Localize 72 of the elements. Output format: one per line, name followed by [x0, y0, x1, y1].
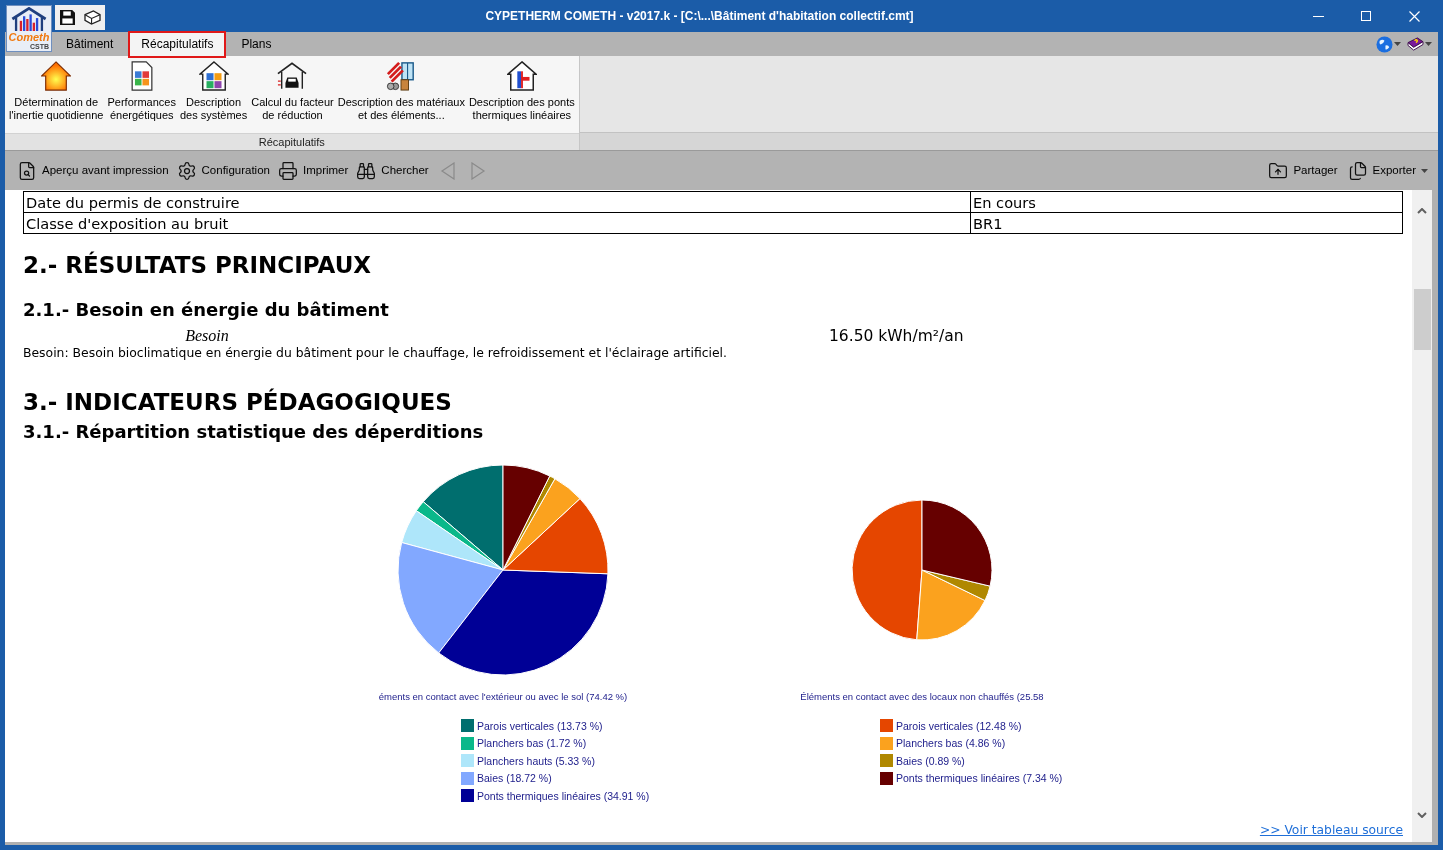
right-triangle-icon: [469, 161, 486, 180]
printer-icon: [277, 160, 298, 181]
binoculars-icon: [356, 160, 377, 181]
toolbar-button[interactable]: Exporter: [1345, 157, 1430, 184]
minimize-icon: [1312, 15, 1324, 17]
legend-label: Baies (0.89 %): [896, 754, 965, 767]
logo-text: Cometh: [8, 31, 50, 43]
house-icon: [41, 61, 72, 91]
document-tiles-icon: [129, 61, 154, 91]
chart-caption: Éléments en contact avec des locaux non chauffés (25.58: [800, 691, 1044, 703]
section-heading: 2.- RÉSULTATS PRINCIPAUX: [23, 252, 373, 278]
indicator-label: Besoin: [185, 327, 229, 345]
ribbon-button[interactable]: Détermination de l'inertie quotidienne: [7, 56, 106, 122]
definition-text: Besoin: Besoin bioclimatique en énergie du bâtiment pour le chauffage, le refroidissement et l'éclairage artificiel.: [23, 346, 728, 360]
legend-label: Parois verticales (13.73 %): [477, 719, 603, 732]
ribbon-button[interactable]: Description des systèmes: [177, 56, 250, 122]
chevron-down-icon: [1417, 812, 1427, 818]
legend-label: Ponts thermiques linéaires (34.91 %): [477, 789, 650, 802]
legend-label: Baies (18.72 %): [477, 772, 552, 785]
save-button[interactable]: [58, 8, 76, 27]
garage-car-icon: [277, 62, 308, 90]
maximize-icon: [1361, 11, 1371, 21]
toolbar-button[interactable]: Configuration: [174, 157, 272, 184]
indicator-value: 16.50 kWh/m²/an: [829, 327, 964, 345]
box-icon: [83, 10, 101, 25]
table-cell: Date du permis de construire: [23, 191, 971, 213]
close-icon: [1408, 10, 1420, 22]
globe-icon: [1376, 35, 1393, 53]
ribbon-button[interactable]: Description des matériaux et des éléments...: [335, 56, 467, 122]
source-link[interactable]: >> Voir tableau source: [1259, 823, 1403, 838]
print-preview-icon: [17, 160, 37, 181]
caret-icon: [1421, 168, 1428, 173]
quick-access-button[interactable]: [82, 8, 102, 27]
ribbon-button[interactable]: Performances énergétiques: [105, 56, 178, 122]
chart-caption: éments en contact avec l'extérieur ou avec le sol (74.42 %): [378, 691, 628, 703]
help-book-icon: [1407, 36, 1424, 52]
legend-label: Planchers hauts (5.33 %): [477, 754, 595, 767]
folder-upload-icon: [1268, 160, 1289, 181]
language-menu-button[interactable]: [1376, 34, 1401, 54]
ribbon-button[interactable]: Description des ponts thermiques linéaires: [466, 56, 577, 122]
toolbar-button[interactable]: Chercher: [354, 157, 431, 184]
subsection-heading: 2.1.- Besoin en énergie du bâtiment: [23, 299, 390, 321]
tab[interactable]: Plans: [228, 30, 285, 58]
ribbon-button[interactable]: Calcul du facteur de réduction: [249, 56, 336, 122]
scrollbar-thumb[interactable]: [1413, 289, 1431, 350]
documents-icon: [1347, 160, 1368, 181]
table-cell: BR1: [970, 212, 1403, 234]
subsection-heading: 3.1.- Répartition statistique des déperditions: [23, 421, 485, 443]
toolbar-button[interactable]: Imprimer: [275, 157, 351, 184]
house-thermal-bridge-icon: [506, 61, 537, 91]
toolbar-button[interactable]: Aperçu avant impression: [15, 157, 171, 184]
left-triangle-icon: [439, 161, 456, 180]
house-tiles-icon: [198, 61, 229, 91]
table-cell: En cours: [970, 191, 1403, 213]
tab[interactable]: Bâtiment: [53, 30, 127, 58]
house-chart-icon: [10, 7, 48, 31]
legend-label: Planchers bas (1.72 %): [477, 737, 587, 750]
caret-icon: [1394, 42, 1401, 46]
legend-label: Ponts thermiques linéaires (7.34 %): [896, 772, 1063, 785]
window-title: CYPETHERM COMETH - v2017.k - [C:\...\Bâtiment d'habitation collectif.cmt]: [485, 8, 914, 25]
legend-label: Planchers bas (4.86 %): [896, 737, 1006, 750]
help-menu-button[interactable]: [1407, 34, 1432, 54]
group-label: Récapitulatifs: [258, 135, 325, 149]
caret-icon: [1425, 42, 1432, 46]
bricks-window-icon: [386, 61, 417, 91]
chevron-up-icon: [1417, 208, 1427, 214]
settings-icon: [176, 160, 197, 181]
legend-label: Parois verticales (12.48 %): [896, 719, 1022, 732]
table-cell: Classe d'exposition au bruit: [23, 212, 971, 234]
toolbar-button[interactable]: Partager: [1266, 157, 1340, 184]
tab[interactable]: Récapitulatifs: [128, 30, 227, 58]
section-heading: 3.- INDICATEURS PÉDAGOGIQUES: [23, 389, 453, 415]
